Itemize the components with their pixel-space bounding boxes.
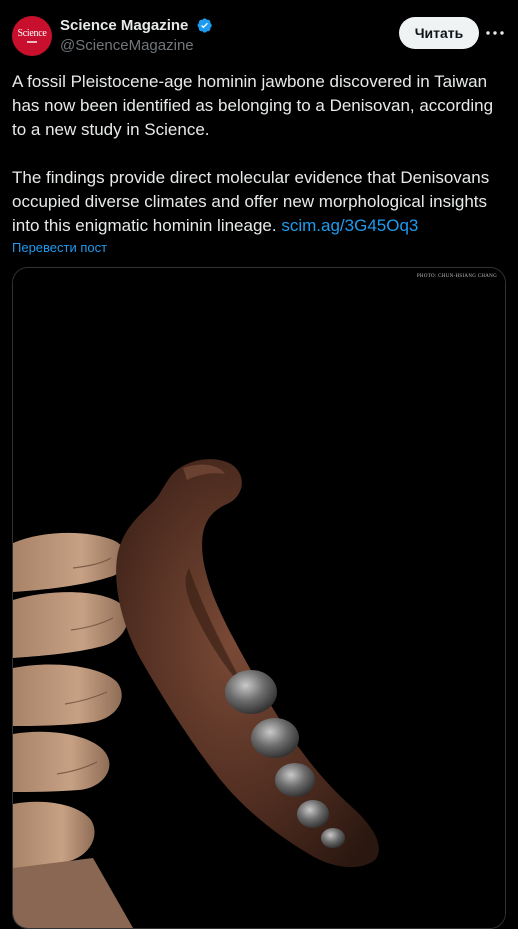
tweet-link[interactable]: scim.ag/3G45Oq3 [281,216,418,235]
avatar-logo-mark [27,41,37,43]
avatar[interactable]: Science [12,16,52,56]
author-handle[interactable]: @ScienceMagazine [60,36,213,56]
more-horizontal-icon[interactable] [484,23,506,43]
author-block: Science Magazine @ScienceMagazine [60,16,213,56]
tweet-media[interactable]: PHOTO: CHUN-HSIANG CHANG [12,267,506,929]
fossil-jawbone-photo [13,268,505,928]
tweet-header: Science Science Magazine @ScienceMagazin… [12,16,506,56]
follow-button[interactable]: Читать [399,17,479,49]
photo-credit: PHOTO: CHUN-HSIANG CHANG [416,274,497,279]
tweet-paragraph-1: A fossil Pleistocene-age hominin jawbone… [12,72,494,139]
tweet-text: A fossil Pleistocene-age hominin jawbone… [12,70,504,238]
avatar-logo-text: Science [17,28,47,39]
translate-post-link[interactable]: Перевести пост [12,240,107,256]
verified-badge-icon [197,18,212,33]
author-display-name[interactable]: Science Magazine [60,16,188,36]
tweet-paragraph-2: The findings provide direct molecular ev… [12,166,504,238]
